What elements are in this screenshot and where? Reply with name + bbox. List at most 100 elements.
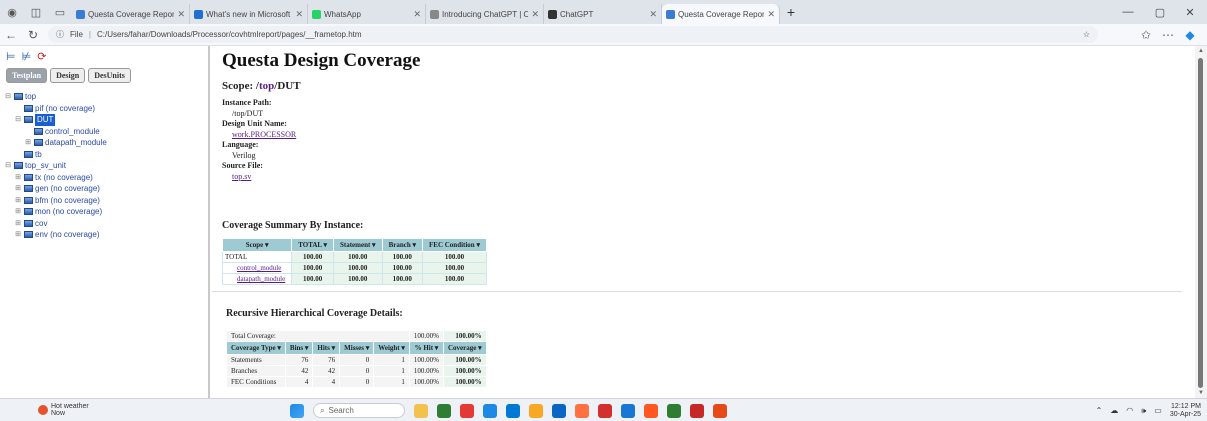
maximize-icon[interactable]: ▢ <box>1145 0 1175 24</box>
tree-node[interactable]: ⊞ bfm (no coverage) <box>0 195 208 207</box>
summary-column-header[interactable]: Scope ▾ <box>221 238 293 252</box>
tab-desunits[interactable]: DesUnits <box>88 68 131 83</box>
tree-toggle-icon[interactable]: ⊞ <box>14 206 22 218</box>
start-icon[interactable] <box>290 403 304 418</box>
profile-icon[interactable]: ◉ <box>0 0 24 24</box>
browser-tab[interactable]: Questa Coverage Report ✕ <box>72 4 190 24</box>
refresh-icon[interactable]: ↻ <box>22 24 44 46</box>
scroll-down-icon[interactable]: ▼ <box>1198 390 1204 396</box>
scope-top-link[interactable]: top <box>259 80 274 92</box>
summary-column-header[interactable]: Statement ▾ <box>332 238 383 252</box>
address-bar[interactable]: ⓘ File | C:/Users/fahar/Downloads/Proces… <box>48 26 1098 43</box>
tab-actions-icon[interactable]: ▭ <box>48 0 72 24</box>
expand-icon[interactable]: ⊨ <box>6 50 16 63</box>
taskbar-app-icon[interactable] <box>667 403 681 418</box>
browser-tab[interactable]: ChatGPT ✕ <box>544 4 662 24</box>
details-column-header[interactable]: Coverage Type ▾ <box>226 341 286 355</box>
details-column-header[interactable]: Weight ▾ <box>373 341 410 355</box>
tree-node[interactable]: ⊟ top <box>0 91 208 103</box>
more-icon[interactable]: ⋯ <box>1157 24 1179 46</box>
tree-node[interactable]: ⊟ top_sv_unit <box>0 160 208 172</box>
minimize-icon[interactable]: — <box>1113 0 1143 24</box>
tab-design[interactable]: Design <box>50 68 86 83</box>
favorite-star-icon[interactable]: ☆ <box>1083 30 1090 39</box>
weather-widget[interactable]: Hot weather Now <box>38 403 89 417</box>
tab-close-icon[interactable]: ✕ <box>177 9 185 20</box>
tree-node[interactable]: ⊞ cov <box>0 218 208 230</box>
details-column-header[interactable]: Misses ▾ <box>339 341 375 355</box>
summary-column-header[interactable]: FEC Condition ▾ <box>422 238 487 252</box>
taskbar-app-icon[interactable] <box>529 403 543 418</box>
taskbar-app-icon[interactable] <box>690 403 704 418</box>
tree-toggle-icon[interactable]: ⊞ <box>24 137 32 149</box>
vertical-scrollbar[interactable]: ▲ ▼ <box>1195 46 1207 398</box>
taskbar-app-icon[interactable] <box>598 403 612 418</box>
tree-node[interactable]: pif (no coverage) <box>0 103 208 115</box>
taskbar-app-icon[interactable] <box>621 403 635 418</box>
tab-close-icon[interactable]: ✕ <box>531 9 539 20</box>
tree-toggle-icon[interactable]: ⊞ <box>14 195 22 207</box>
tab-close-icon[interactable]: ✕ <box>295 9 303 20</box>
details-column-header[interactable]: Coverage ▾ <box>443 341 487 355</box>
tab-close-icon[interactable]: ✕ <box>649 9 657 20</box>
tree-node[interactable]: ⊞ gen (no coverage) <box>0 183 208 195</box>
chevron-up-icon[interactable]: ⌃ <box>1096 406 1103 415</box>
taskbar-app-icon[interactable] <box>552 403 566 418</box>
taskbar-app-icon[interactable] <box>483 403 497 418</box>
scroll-thumb[interactable] <box>1198 58 1203 388</box>
tree-node[interactable]: ⊞ mon (no coverage) <box>0 206 208 218</box>
tree-toggle-icon[interactable]: ⊞ <box>14 172 22 184</box>
refresh-tree-icon[interactable]: ⟳ <box>37 50 46 63</box>
taskbar-search[interactable]: ⌕ Search <box>313 403 405 418</box>
taskbar-app-icon[interactable] <box>437 403 451 418</box>
taskbar-app-icon[interactable] <box>460 403 474 418</box>
summary-value: 100.00 <box>381 273 424 285</box>
tree-node[interactable]: control_module <box>0 126 208 138</box>
close-icon[interactable]: ✕ <box>1175 0 1205 24</box>
details-column-header[interactable]: Bins ▾ <box>284 341 314 355</box>
tab-close-icon[interactable]: ✕ <box>413 9 421 20</box>
tree-toggle-icon[interactable]: ⊞ <box>14 183 22 195</box>
taskbar-app-icon[interactable] <box>575 403 589 418</box>
tree-node[interactable]: tb <box>0 149 208 161</box>
wifi-icon[interactable]: ◠ <box>1126 406 1133 415</box>
tab-testplan[interactable]: Testplan <box>6 68 48 83</box>
tree-toggle-icon[interactable]: ⊟ <box>4 91 12 103</box>
tree-node[interactable]: ⊞ datapath_module <box>0 137 208 149</box>
favorites-icon[interactable]: ✩ <box>1135 24 1157 46</box>
summary-column-header[interactable]: Branch ▾ <box>381 238 424 252</box>
browser-tab[interactable]: WhatsApp ✕ <box>308 4 426 24</box>
scope-link[interactable]: control_module <box>237 264 281 272</box>
tree-toggle-icon[interactable]: ⊟ <box>4 160 12 172</box>
tree-node[interactable]: ⊞ tx (no coverage) <box>0 172 208 184</box>
details-column-header[interactable]: Hits ▾ <box>312 341 341 355</box>
browser-tab[interactable]: What's new in Microsoft ✕ <box>190 4 308 24</box>
tree-toggle-icon[interactable]: ⊞ <box>14 229 22 241</box>
edge-copilot-icon[interactable]: ◆ <box>1179 24 1201 46</box>
workspaces-icon[interactable]: ◫ <box>24 0 48 24</box>
summary-column-header[interactable]: TOTAL ▾ <box>291 238 334 252</box>
battery-icon[interactable]: ▭ <box>1154 406 1162 415</box>
scroll-up-icon[interactable]: ▲ <box>1198 48 1204 54</box>
scope-link[interactable]: datapath_module <box>237 275 285 283</box>
taskbar-app-icon[interactable] <box>506 403 520 418</box>
browser-tab[interactable]: Introducing ChatGPT | Op ✕ <box>426 4 544 24</box>
tab-close-icon[interactable]: ✕ <box>767 9 775 20</box>
collapse-icon[interactable]: ⊭ <box>22 50 32 63</box>
source-file-link[interactable]: top.sv <box>232 172 251 181</box>
volume-icon[interactable]: 🕪 <box>1141 406 1146 416</box>
tree-toggle-icon[interactable]: ⊟ <box>14 114 22 126</box>
details-column-header[interactable]: % Hit ▾ <box>408 341 445 355</box>
browser-tab[interactable]: Questa Coverage Report ✕ <box>662 4 780 24</box>
taskbar-app-icon[interactable] <box>414 403 428 418</box>
tree-node[interactable]: ⊟ DUT <box>0 114 208 126</box>
taskbar-app-icon[interactable] <box>644 403 658 418</box>
clock[interactable]: 12:12 PM 30-Apr-25 <box>1170 403 1201 419</box>
taskbar-app-icon[interactable] <box>713 403 727 418</box>
tree-toggle-icon[interactable]: ⊞ <box>14 218 22 230</box>
cloud-icon[interactable]: ☁ <box>1110 406 1118 415</box>
back-icon[interactable]: ← <box>0 24 22 46</box>
tree-node[interactable]: ⊞ env (no coverage) <box>0 229 208 241</box>
design-unit-link[interactable]: work.PROCESSOR <box>232 130 296 139</box>
new-tab-button[interactable]: + <box>780 4 802 20</box>
